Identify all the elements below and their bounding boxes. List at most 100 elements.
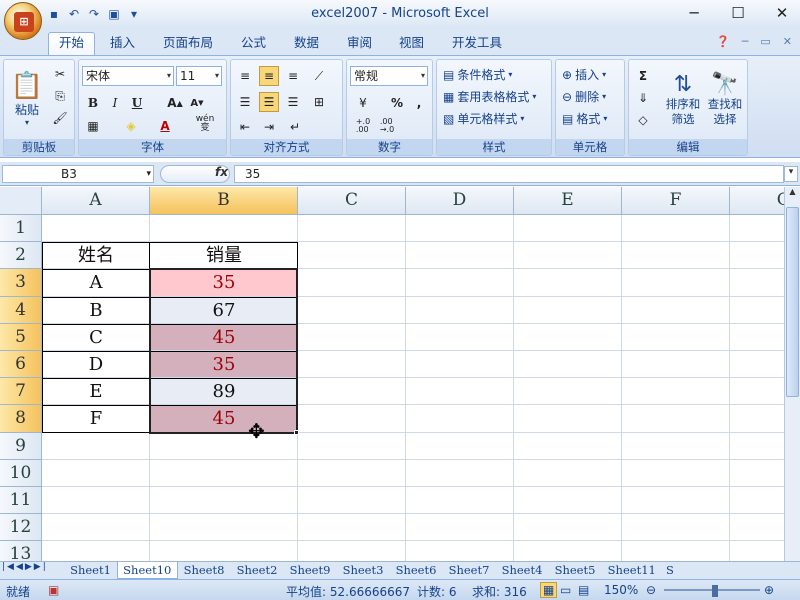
grow-font-icon[interactable]: A ▲	[165, 93, 185, 113]
ribbon-minimize-icon[interactable]: ─	[742, 35, 749, 48]
sheet-tab-sheet6[interactable]: Sheet6	[390, 562, 443, 579]
close-button[interactable]: ✕	[772, 4, 792, 22]
row-header-9[interactable]: 9	[0, 432, 42, 460]
fill-icon[interactable]: ⇓	[633, 88, 653, 108]
increase-indent-icon[interactable]: ⇥	[259, 117, 279, 137]
sheet-tab-sheet5[interactable]: Sheet5	[549, 562, 602, 579]
tab-home[interactable]: 开始	[48, 32, 96, 55]
table-cell-name[interactable]: B	[42, 297, 150, 324]
table-cell-sales[interactable]: 45	[151, 324, 297, 350]
vertical-scrollbar[interactable]: ▲	[784, 187, 800, 561]
normal-view-icon[interactable]: ▦	[540, 582, 558, 598]
sheet-tab-s[interactable]: S	[662, 562, 678, 579]
autosum-icon[interactable]: Σ	[633, 66, 653, 86]
font-name-select[interactable]: 宋体 ▾	[82, 66, 174, 86]
row-header-6[interactable]: 6	[0, 351, 42, 379]
table-cell-name[interactable]: F	[42, 405, 150, 432]
scroll-up-icon[interactable]: ▲	[785, 187, 800, 196]
shrink-font-icon[interactable]: A ▼	[187, 93, 207, 113]
format-as-table-button[interactable]: ▦ 套用表格格式 ▾	[443, 88, 536, 105]
minimize-button[interactable]: ─	[684, 4, 704, 22]
text-direction-icon[interactable]: ⟋	[309, 66, 329, 86]
border-icon[interactable]: ▦	[83, 116, 103, 136]
row-header-13[interactable]: 13	[0, 541, 42, 561]
italic-button[interactable]: I	[105, 93, 125, 113]
row-header-2[interactable]: 2	[0, 242, 42, 270]
bold-button[interactable]: B	[83, 93, 103, 113]
column-header-f[interactable]: F	[622, 187, 730, 215]
currency-icon[interactable]: ¥	[353, 93, 373, 113]
font-color-button[interactable]: A	[155, 116, 175, 136]
phonetic-button[interactable]: wén 变	[191, 114, 219, 134]
sheet-tab-sheet4[interactable]: Sheet4	[496, 562, 549, 579]
tab-page-layout[interactable]: 页面布局	[153, 33, 223, 55]
tab-view[interactable]: 视图	[389, 33, 434, 55]
column-header-a[interactable]: A	[42, 187, 150, 215]
format-painter-icon[interactable]: 🖌	[50, 108, 70, 128]
macro-record-icon[interactable]: ▣	[48, 583, 59, 597]
percent-button[interactable]: %	[387, 93, 407, 113]
sheet-tab-sheet3[interactable]: Sheet3	[337, 562, 390, 579]
zoom-slider-thumb[interactable]	[712, 585, 718, 597]
table-cell-name[interactable]: E	[42, 378, 150, 405]
merge-center-icon[interactable]: ⊞	[309, 92, 329, 112]
insert-function-button[interactable]: fx	[215, 165, 228, 179]
sheet-tab-sheet8[interactable]: Sheet8	[178, 562, 231, 579]
name-box[interactable]: B3 ▾	[2, 165, 154, 183]
select-all-corner[interactable]	[0, 187, 42, 215]
underline-button[interactable]: U	[127, 93, 147, 113]
table-cell-sales[interactable]: 35	[151, 352, 297, 378]
fill-handle[interactable]	[294, 429, 299, 435]
align-right-icon[interactable]: ☰	[283, 92, 303, 112]
row-header-5[interactable]: 5	[0, 323, 42, 351]
tab-developer[interactable]: 开发工具	[442, 33, 512, 55]
sheet-tab-sheet11[interactable]: Sheet11	[602, 562, 663, 579]
fill-color-icon[interactable]: ◈	[121, 116, 141, 136]
row-header-10[interactable]: 10	[0, 459, 42, 487]
sheet-tab-sheet10[interactable]: Sheet10	[117, 562, 178, 579]
page-layout-view-icon[interactable]: ▭	[560, 583, 571, 597]
zoom-out-icon[interactable]: ⊖	[646, 583, 656, 597]
zoom-level[interactable]: 150%	[604, 583, 638, 597]
align-bottom-icon[interactable]: ≡	[283, 66, 303, 86]
font-size-select[interactable]: 11 ▾	[176, 66, 222, 86]
insert-cells-button[interactable]: ⊕ 插入 ▾	[562, 66, 606, 83]
wrap-text-icon[interactable]: ↵	[285, 117, 305, 137]
align-middle-icon[interactable]: ≡	[259, 66, 279, 86]
row-header-7[interactable]: 7	[0, 378, 42, 406]
table-cell-name[interactable]: A	[42, 269, 150, 296]
table-cell-name[interactable]: C	[42, 324, 150, 351]
maximize-button[interactable]: ☐	[728, 4, 748, 22]
ribbon-close-icon[interactable]: ✕	[783, 35, 792, 48]
sheet-tab-sheet1[interactable]: Sheet1	[64, 562, 117, 579]
table-cell-name[interactable]: D	[42, 351, 150, 378]
find-select-button[interactable]: 🔭 查找和 选择	[705, 64, 745, 134]
table-cell-sales[interactable]: 45	[151, 406, 297, 432]
cell-styles-button[interactable]: ▧ 单元格样式 ▾	[443, 110, 524, 127]
column-header-e[interactable]: E	[514, 187, 622, 215]
tab-insert[interactable]: 插入	[100, 33, 145, 55]
sheet-tab-sheet2[interactable]: Sheet2	[231, 562, 284, 579]
row-header-11[interactable]: 11	[0, 487, 42, 515]
tab-formulas[interactable]: 公式	[231, 33, 276, 55]
formula-input[interactable]: 35	[234, 165, 784, 183]
page-break-view-icon[interactable]: ▤	[578, 583, 589, 597]
column-header-d[interactable]: D	[406, 187, 514, 215]
table-cell-sales[interactable]: 35	[151, 270, 297, 296]
ribbon-restore-icon[interactable]: ▭	[760, 35, 770, 48]
format-cells-button[interactable]: ▤ 格式 ▾	[562, 110, 607, 127]
decrease-indent-icon[interactable]: ⇤	[235, 117, 255, 137]
zoom-in-icon[interactable]: ⊕	[764, 583, 774, 597]
sort-filter-button[interactable]: ⇅ 排序和 筛选	[663, 64, 703, 134]
sheet-nav-icon[interactable]: |◀◀▶▶|	[2, 562, 48, 572]
tab-data[interactable]: 数据	[284, 33, 329, 55]
expand-formula-bar-icon[interactable]: ▾	[784, 166, 798, 182]
table-cell-sales[interactable]: 89	[151, 379, 297, 405]
row-header-4[interactable]: 4	[0, 296, 42, 324]
vertical-scroll-thumb[interactable]	[786, 207, 799, 397]
increase-decimal-button[interactable]: +.0 .00	[353, 116, 373, 136]
delete-cells-button[interactable]: ⊖ 删除 ▾	[562, 88, 606, 105]
comma-button[interactable]: ,	[409, 93, 429, 113]
cut-icon[interactable]: ✂	[50, 64, 70, 84]
help-icon[interactable]: ❓	[716, 35, 730, 48]
